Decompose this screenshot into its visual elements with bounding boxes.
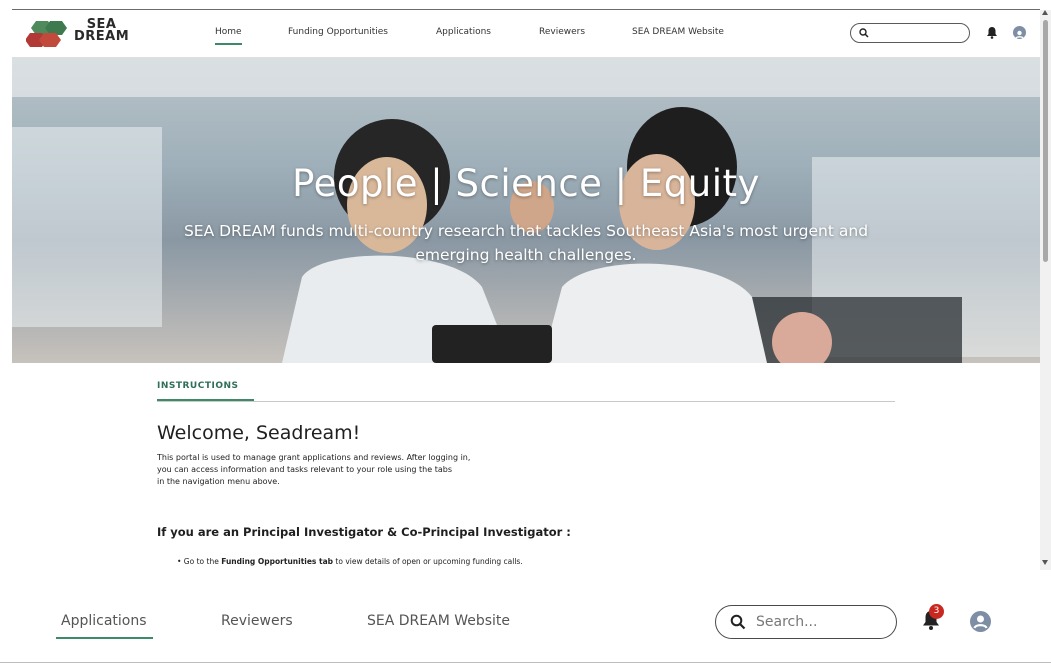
logo-line-2: DREAM xyxy=(74,29,130,44)
tab-divider xyxy=(157,401,895,402)
header-search-input[interactable] xyxy=(850,23,970,43)
scroll-up-arrow-icon[interactable] xyxy=(1042,10,1048,15)
page-frame: SEA DREAM Home Funding Opportunities App… xyxy=(0,0,1051,663)
intro-paragraph: This portal is used to manage grant appl… xyxy=(157,452,557,488)
user-icon xyxy=(1015,30,1024,39)
zoomed-header-detail: Applications Reviewers SEA DREAM Website… xyxy=(0,576,1051,663)
pi-section-heading: If you are an Principal Investigator & C… xyxy=(157,525,571,539)
search-icon xyxy=(730,614,746,630)
nav-home[interactable]: Home xyxy=(215,27,242,45)
search-icon xyxy=(859,28,869,38)
page-scrollbar[interactable] xyxy=(1040,10,1051,570)
zoom-active-indicator xyxy=(56,637,153,639)
zoom-user-avatar[interactable] xyxy=(970,611,991,632)
hero-title: People | Science | Equity xyxy=(292,162,760,205)
logo-text: SEA DREAM xyxy=(74,18,130,44)
hero-banner: People | Science | Equity SEA DREAM fund… xyxy=(12,57,1040,363)
notification-count-badge: 3 xyxy=(929,604,944,619)
site-header: SEA DREAM Home Funding Opportunities App… xyxy=(12,10,1040,57)
user-icon xyxy=(973,615,988,629)
hero-subtitle: SEA DREAM funds multi-country research t… xyxy=(152,219,900,267)
nav-funding-opportunities[interactable]: Funding Opportunities xyxy=(288,27,388,37)
intro-line-1: This portal is used to manage grant appl… xyxy=(157,453,471,462)
zoom-nav-reviewers[interactable]: Reviewers xyxy=(221,613,293,629)
bullet-bold-link: Funding Opportunities tab xyxy=(221,557,334,566)
nav-reviewers[interactable]: Reviewers xyxy=(539,27,585,37)
hero-subtitle-line-1: SEA DREAM funds multi-country research t… xyxy=(183,222,869,240)
hero-subtitle-line-2: emerging health challenges. xyxy=(415,246,637,264)
bullet-prefix: • Go to the xyxy=(177,557,222,566)
notification-bell-icon[interactable] xyxy=(986,26,998,39)
user-avatar[interactable] xyxy=(1013,26,1026,39)
nav-applications[interactable]: Applications xyxy=(436,27,491,37)
zoom-search-input[interactable] xyxy=(756,613,886,631)
scroll-down-arrow-icon[interactable] xyxy=(1042,560,1048,565)
lab-window-left xyxy=(12,127,162,327)
zoom-nav-applications[interactable]: Applications xyxy=(61,613,147,629)
scroll-thumb[interactable] xyxy=(1043,20,1048,262)
tab-instructions[interactable]: INSTRUCTIONS xyxy=(157,381,239,391)
welcome-heading: Welcome, Seadream! xyxy=(157,422,361,444)
bullet-suffix: to view details of open or upcoming fund… xyxy=(333,557,523,566)
nav-sea-dream-website[interactable]: SEA DREAM Website xyxy=(632,27,724,37)
intro-line-2: you can access information and tasks rel… xyxy=(157,465,452,474)
zoom-nav-sea-dream-website[interactable]: SEA DREAM Website xyxy=(367,613,510,629)
sea-dream-logo[interactable]: SEA DREAM xyxy=(25,18,129,49)
logo-hexagons-icon xyxy=(25,21,67,47)
intro-line-3: in the navigation menu above. xyxy=(157,477,280,486)
pi-bullet-funding: • Go to the Funding Opportunities tab to… xyxy=(177,557,523,566)
zoom-search-box[interactable] xyxy=(715,605,897,639)
